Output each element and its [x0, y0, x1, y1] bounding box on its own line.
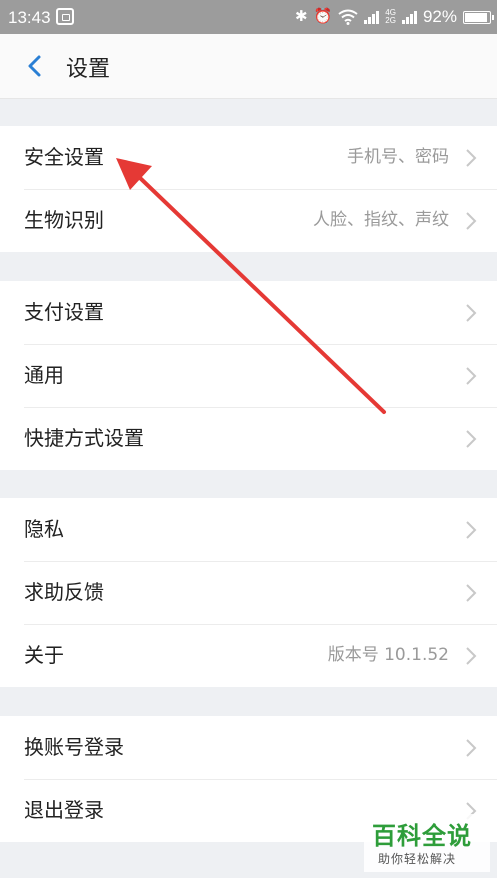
screenshot-notification-icon [56, 8, 74, 25]
settings-item-value: 人脸、指纹、声纹 [313, 210, 449, 230]
settings-item-label: 安全设置 [24, 145, 104, 169]
page-title: 设置 [66, 57, 111, 82]
header-bar: 设置 [0, 34, 497, 99]
settings-item-general[interactable]: 通用 [0, 344, 497, 407]
settings-item-value: 版本号 10.1.52 [327, 645, 449, 665]
settings-item-biometrics[interactable]: 生物识别 人脸、指纹、声纹 [0, 189, 497, 252]
settings-item-security[interactable]: 安全设置 手机号、密码 [0, 126, 497, 189]
settings-item-switch-account[interactable]: 换账号登录 [0, 716, 497, 779]
status-bar: 13:43 ✱ ⏰ 4G 2G 92% [0, 0, 497, 34]
settings-item-label: 求助反馈 [24, 580, 104, 604]
settings-group-account-security: 安全设置 手机号、密码 生物识别 人脸、指纹、声纹 [0, 126, 497, 252]
signal-icon [364, 10, 380, 24]
watermark-title: 百科全说 [372, 822, 472, 850]
settings-item-label: 支付设置 [24, 300, 104, 324]
alarm-icon: ⏰ [313, 8, 333, 25]
back-arrow-icon[interactable] [22, 52, 48, 80]
settings-group-support: 隐私 求助反馈 关于 版本号 10.1.52 [0, 498, 497, 687]
settings-item-payment[interactable]: 支付设置 [0, 281, 497, 344]
chevron-right-icon [466, 149, 477, 167]
settings-item-value: 手机号、密码 [347, 147, 449, 167]
settings-item-label: 换账号登录 [24, 735, 124, 759]
chevron-right-icon [466, 739, 477, 757]
status-icons: ✱ ⏰ 4G 2G 92% [295, 7, 494, 27]
chevron-right-icon [466, 584, 477, 602]
settings-item-label: 生物识别 [24, 208, 104, 232]
settings-item-about[interactable]: 关于 版本号 10.1.52 [0, 624, 497, 687]
network-type-bottom: 2G [385, 16, 396, 25]
chevron-right-icon [466, 212, 477, 230]
chevron-right-icon [466, 367, 477, 385]
bluetooth-icon: ✱ [295, 8, 308, 25]
status-time: 13:43 [8, 8, 51, 27]
battery-percent: 92% [422, 7, 457, 26]
battery-icon [463, 10, 494, 24]
watermark-subtitle: 助你轻松解决 [378, 852, 457, 866]
settings-item-label: 关于 [24, 643, 64, 667]
settings-item-label: 退出登录 [24, 798, 104, 822]
chevron-right-icon [466, 521, 477, 539]
settings-item-label: 通用 [24, 363, 64, 387]
signal-2-icon [401, 10, 417, 24]
wifi-icon [338, 9, 358, 25]
network-type: 4G 2G [385, 9, 396, 25]
settings-item-privacy[interactable]: 隐私 [0, 498, 497, 561]
settings-item-shortcuts[interactable]: 快捷方式设置 [0, 407, 497, 470]
settings-group-general: 支付设置 通用 快捷方式设置 [0, 281, 497, 470]
settings-item-label: 快捷方式设置 [24, 426, 144, 450]
settings-item-feedback[interactable]: 求助反馈 [0, 561, 497, 624]
settings-item-label: 隐私 [24, 517, 64, 541]
chevron-right-icon [466, 304, 477, 322]
watermark-logo: 百科全说 助你轻松解决 [364, 814, 490, 872]
chevron-right-icon [466, 647, 477, 665]
chevron-right-icon [466, 430, 477, 448]
